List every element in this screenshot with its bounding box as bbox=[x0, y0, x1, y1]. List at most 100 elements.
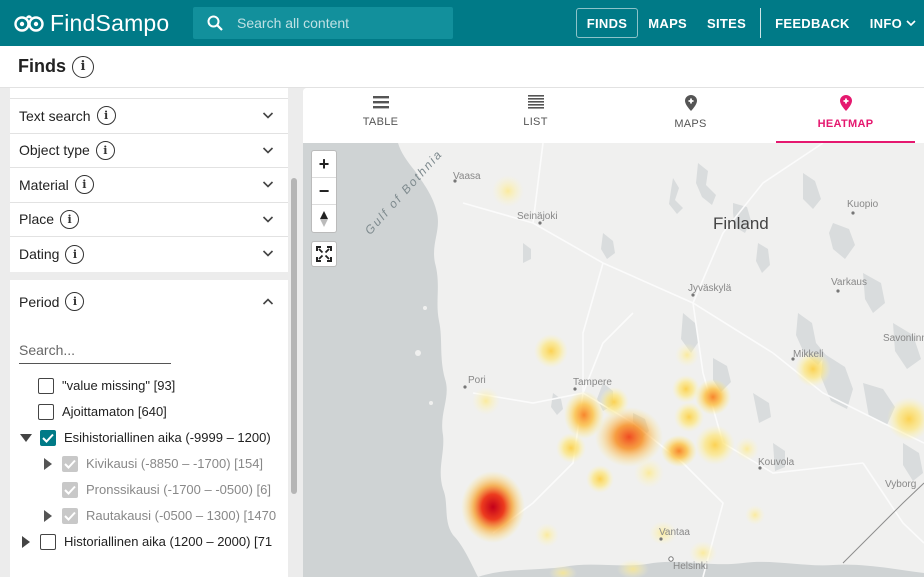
chevron-up-icon[interactable] bbox=[262, 296, 274, 308]
tab-label: HEATMAP bbox=[817, 118, 874, 130]
fullscreen-icon bbox=[316, 246, 332, 262]
compass-icon bbox=[320, 210, 328, 227]
tab-table[interactable]: TABLE bbox=[303, 88, 458, 143]
chevron-down-icon[interactable] bbox=[262, 213, 274, 225]
checkbox-checked-disabled bbox=[62, 481, 78, 498]
tree-item[interactable]: Historiallinen aika (1200 – 2000) [71 bbox=[10, 529, 288, 555]
chevron-down-icon bbox=[906, 20, 916, 27]
tree-item-label: Rautakausi (-0500 – 1300) [1470 bbox=[86, 508, 277, 523]
facet-period[interactable]: Period i bbox=[10, 280, 288, 324]
map-pin-icon bbox=[684, 95, 697, 111]
tree-item-label: Ajoittamaton [640] bbox=[62, 404, 167, 419]
facet-material[interactable]: Material i bbox=[10, 168, 288, 203]
map-label-city: Mikkeli bbox=[793, 349, 824, 360]
facet-label: Place bbox=[19, 211, 55, 228]
nav-info-label: INFO bbox=[869, 15, 902, 31]
results-panel: TABLE LIST MAPS HEATMAP Gulf of Bothnia … bbox=[298, 88, 924, 577]
tree-item[interactable]: Pronssikausi (-1700 – -0500) [6] bbox=[10, 477, 288, 503]
caret-right-icon[interactable] bbox=[40, 457, 56, 470]
nav-divider bbox=[760, 8, 762, 38]
nav-sites[interactable]: SITES bbox=[697, 8, 756, 38]
tree-item[interactable]: Esihistoriallinen aika (-9999 – 1200) bbox=[10, 425, 288, 451]
facet-divider bbox=[10, 271, 288, 280]
period-tree: "value missing" [93] Ajoittamaton [640] … bbox=[10, 373, 288, 555]
chevron-down-icon[interactable] bbox=[262, 247, 274, 259]
scrollbar-thumb[interactable] bbox=[291, 178, 297, 494]
nav-feedback[interactable]: FEEDBACK bbox=[765, 8, 860, 38]
map-label-city: Tampere bbox=[573, 377, 612, 388]
page-header: Finds i bbox=[0, 46, 924, 88]
brand-logo-icon bbox=[14, 15, 44, 32]
facet-dating[interactable]: Dating i bbox=[10, 237, 288, 272]
map-label-city: Kuopio bbox=[847, 199, 879, 210]
heatmap-map[interactable]: Gulf of Bothnia Finland Vaasa Seinäjoki … bbox=[303, 143, 924, 577]
table-icon bbox=[372, 96, 389, 109]
chevron-down-icon[interactable] bbox=[262, 109, 274, 121]
chevron-down-icon[interactable] bbox=[262, 144, 274, 156]
caret-down-icon[interactable] bbox=[18, 433, 34, 443]
map-label-city: Jyväskylä bbox=[688, 283, 732, 294]
map-label-city: Vyborg bbox=[885, 479, 917, 490]
map-label-city: Kouvola bbox=[758, 457, 795, 468]
tab-label: LIST bbox=[523, 116, 548, 128]
facet-place[interactable]: Place i bbox=[10, 203, 288, 237]
map-label-city: Seinäjoki bbox=[517, 211, 558, 222]
page-title: Finds bbox=[18, 56, 66, 76]
global-search-input[interactable] bbox=[237, 15, 437, 31]
map-label-city: Savonlinna bbox=[883, 333, 924, 344]
tree-item[interactable]: Rautakausi (-0500 – 1300) [1470 bbox=[10, 503, 288, 529]
info-icon[interactable]: i bbox=[72, 55, 94, 78]
zoom-out-button[interactable]: − bbox=[312, 178, 336, 205]
chevron-down-icon[interactable] bbox=[262, 178, 274, 190]
tree-item-label: Kivikausi (-8850 – -1700) [154] bbox=[86, 456, 264, 471]
tree-item-label: "value missing" [93] bbox=[62, 378, 176, 393]
facet-object-type[interactable]: Object type i bbox=[10, 134, 288, 168]
sidebar-scrollbar[interactable] bbox=[290, 88, 298, 577]
zoom-in-button[interactable]: + bbox=[312, 151, 336, 178]
tab-heatmap[interactable]: HEATMAP bbox=[768, 88, 923, 143]
tab-maps[interactable]: MAPS bbox=[613, 88, 768, 143]
facet-label: Object type bbox=[19, 142, 90, 159]
nav-maps[interactable]: MAPS bbox=[638, 8, 697, 38]
nav-finds[interactable]: FINDS bbox=[575, 8, 639, 38]
top-app-bar: FindSampo FINDS MAPS SITES FEEDBACK INFO bbox=[0, 0, 924, 46]
result-view-tabs: TABLE LIST MAPS HEATMAP bbox=[303, 88, 924, 143]
checkbox-checked-disabled bbox=[62, 507, 78, 524]
info-icon[interactable]: i bbox=[95, 140, 115, 160]
search-icon[interactable] bbox=[193, 7, 237, 39]
info-icon[interactable]: i bbox=[96, 106, 116, 126]
checkbox[interactable] bbox=[38, 403, 54, 420]
facet-label: Dating bbox=[19, 246, 60, 263]
checkbox-checked[interactable] bbox=[40, 429, 56, 446]
tree-item-label: Esihistoriallinen aika (-9999 – 1200) bbox=[64, 430, 271, 445]
nav-info[interactable]: INFO bbox=[860, 8, 924, 38]
tree-item[interactable]: Ajoittamaton [640] bbox=[10, 399, 288, 425]
main-nav: FINDS MAPS SITES FEEDBACK INFO bbox=[575, 0, 924, 46]
map-label-city: Varkaus bbox=[831, 277, 867, 288]
period-search-input[interactable]: Search... bbox=[19, 342, 171, 364]
fullscreen-button[interactable] bbox=[311, 241, 337, 267]
map-zoom-controls: + − bbox=[311, 150, 337, 233]
checkbox[interactable] bbox=[38, 377, 54, 394]
compass-north-button[interactable] bbox=[312, 205, 336, 232]
caret-right-icon[interactable] bbox=[40, 509, 56, 522]
checkbox[interactable] bbox=[40, 533, 56, 550]
tree-item[interactable]: Kivikausi (-8850 – -1700) [154] bbox=[10, 451, 288, 477]
info-icon[interactable]: i bbox=[60, 209, 80, 229]
facet-text-search[interactable]: Text search i bbox=[10, 99, 288, 134]
facet-list: Text search i Object type i Material i P… bbox=[10, 88, 288, 577]
caret-right-icon[interactable] bbox=[18, 535, 34, 548]
tab-list[interactable]: LIST bbox=[458, 88, 613, 143]
global-search[interactable] bbox=[193, 7, 453, 39]
heatmap-pin-icon bbox=[839, 95, 852, 111]
facet-label: Period bbox=[19, 293, 60, 310]
tree-item[interactable]: "value missing" [93] bbox=[10, 373, 288, 399]
map-label-city: Vantaa bbox=[659, 527, 690, 538]
list-icon bbox=[527, 95, 544, 109]
brand[interactable]: FindSampo bbox=[0, 10, 193, 37]
info-icon[interactable]: i bbox=[74, 175, 94, 195]
checkbox-checked-disabled bbox=[62, 455, 78, 472]
info-icon[interactable]: i bbox=[65, 244, 85, 264]
tab-label: MAPS bbox=[674, 118, 707, 130]
info-icon[interactable]: i bbox=[65, 292, 85, 311]
